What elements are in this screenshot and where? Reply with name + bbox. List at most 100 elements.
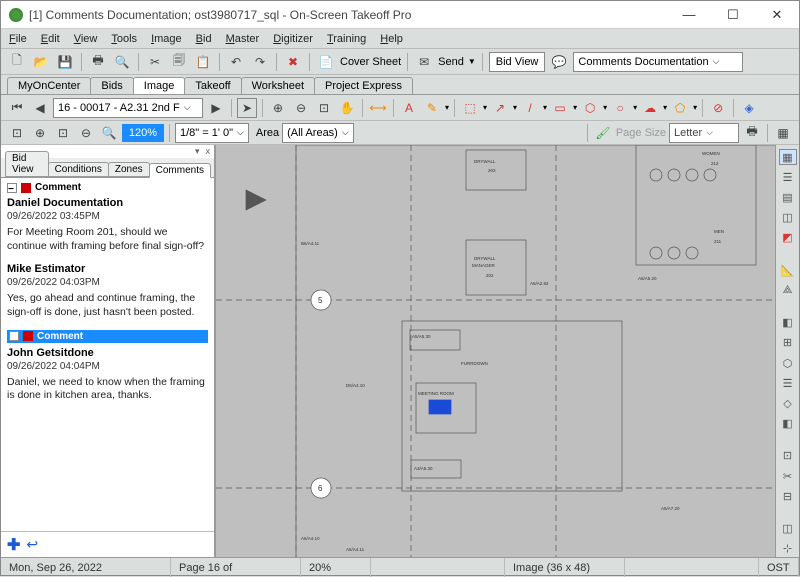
- circle-icon[interactable]: ○: [610, 98, 630, 118]
- sidetab-conditions[interactable]: Conditions: [48, 162, 109, 177]
- paste-icon[interactable]: 📋: [193, 52, 213, 72]
- collapse-icon[interactable]: −: [9, 331, 19, 341]
- menu-training[interactable]: Training: [327, 33, 366, 45]
- menu-master[interactable]: Master: [226, 33, 260, 45]
- menu-file[interactable]: File: [9, 33, 27, 45]
- next-page-icon[interactable]: ▶: [206, 98, 226, 118]
- zoom-plus-icon[interactable]: ⊕: [268, 98, 288, 118]
- rt-s3-icon[interactable]: ⬡: [779, 355, 797, 371]
- rt-line-icon[interactable]: 📐: [779, 262, 797, 278]
- comment-row-selected[interactable]: −Comment: [7, 330, 208, 343]
- rt-s9-icon[interactable]: ⊟: [779, 488, 797, 504]
- sidetab-comments[interactable]: Comments: [149, 163, 211, 178]
- print-icon[interactable]: 🖶: [88, 52, 108, 72]
- pointer-icon[interactable]: ➤: [237, 98, 257, 118]
- cloud-icon[interactable]: ☁: [640, 98, 660, 118]
- rt-s1-icon[interactable]: ◧: [779, 315, 797, 331]
- menu-help[interactable]: Help: [380, 33, 403, 45]
- save-icon[interactable]: 💾: [55, 52, 75, 72]
- pan-icon[interactable]: ✋: [337, 98, 357, 118]
- close-button[interactable]: ✕: [763, 7, 791, 23]
- rt-s7-icon[interactable]: ⊡: [779, 448, 797, 464]
- fit-icon[interactable]: ⊡: [7, 123, 27, 143]
- undo-icon[interactable]: ↶: [226, 52, 246, 72]
- reply-button[interactable]: ↩: [26, 536, 38, 553]
- comments-icon[interactable]: 💬: [549, 52, 569, 72]
- rt-s10-icon[interactable]: ◫: [779, 521, 797, 537]
- bidview-combo[interactable]: Bid View: [489, 52, 546, 72]
- scale-combo[interactable]: 1/8" = 1' 0"⌵: [175, 123, 249, 143]
- poly-icon[interactable]: ⬠: [670, 98, 690, 118]
- send-label[interactable]: Send: [438, 56, 464, 68]
- rect-icon[interactable]: ▭: [550, 98, 570, 118]
- rt-s8-icon[interactable]: ✂: [779, 468, 797, 484]
- hex-icon[interactable]: ⬡: [580, 98, 600, 118]
- rt-osnap-icon[interactable]: ◫: [779, 209, 797, 225]
- menu-tools[interactable]: Tools: [111, 33, 137, 45]
- comment-marker-icon[interactable]: ◈: [739, 98, 759, 118]
- menu-digitizer[interactable]: Digitizer: [273, 33, 313, 45]
- rt-s6-icon[interactable]: ◧: [779, 415, 797, 431]
- menu-view[interactable]: View: [74, 33, 98, 45]
- highlight-icon[interactable]: ✎: [422, 98, 442, 118]
- delete-icon[interactable]: ✖: [283, 52, 303, 72]
- coversheet-icon[interactable]: 📄: [316, 52, 336, 72]
- panel-close-icon[interactable]: x: [206, 146, 211, 157]
- stop-icon[interactable]: ⊘: [708, 98, 728, 118]
- open-icon[interactable]: 📂: [31, 52, 51, 72]
- actual-icon[interactable]: ⊡: [53, 123, 73, 143]
- new-icon[interactable]: 🗋: [7, 52, 27, 72]
- send-icon[interactable]: ✉: [414, 52, 434, 72]
- zoom-region-icon[interactable]: ⊡: [314, 98, 334, 118]
- find-icon[interactable]: 🔍: [99, 123, 119, 143]
- rt-grid-icon[interactable]: ▦: [779, 149, 797, 165]
- panel-pin-icon[interactable]: ▾: [195, 146, 200, 157]
- text-icon[interactable]: A: [399, 98, 419, 118]
- page-combo[interactable]: 16 - 00017 - A2.31 2nd F⌵: [53, 98, 203, 118]
- rt-s5-icon[interactable]: ◇: [779, 395, 797, 411]
- area-combo[interactable]: (All Areas)⌵: [282, 123, 354, 143]
- menu-image[interactable]: Image: [151, 33, 182, 45]
- rt-area-icon[interactable]: ⟁: [779, 282, 797, 298]
- dim-icon[interactable]: ⟷: [368, 98, 388, 118]
- tab-projectexpress[interactable]: Project Express: [314, 77, 413, 94]
- sidetab-zones[interactable]: Zones: [108, 162, 150, 177]
- shape1-icon[interactable]: ⬚: [460, 98, 480, 118]
- line-icon[interactable]: /: [520, 98, 540, 118]
- tab-takeoff[interactable]: Takeoff: [184, 77, 241, 94]
- add-comment-button[interactable]: ✚: [7, 535, 20, 555]
- menu-edit[interactable]: Edit: [41, 33, 60, 45]
- first-page-icon[interactable]: ⏮: [7, 98, 27, 118]
- cut-icon[interactable]: ✂: [145, 52, 165, 72]
- sidetab-bidview[interactable]: Bid View: [5, 151, 49, 177]
- tab-myoncenter[interactable]: MyOnCenter: [7, 77, 91, 94]
- rt-s11-icon[interactable]: ⊹: [779, 541, 797, 557]
- doc-combo[interactable]: Comments Documentation⌵: [573, 52, 743, 72]
- grid-icon[interactable]: ▦: [773, 123, 793, 143]
- paper-combo[interactable]: Letter⌵: [669, 123, 739, 143]
- zoom-percent[interactable]: 120%: [122, 124, 164, 142]
- rt-s2-icon[interactable]: ⊞: [779, 335, 797, 351]
- collapse-icon[interactable]: −: [7, 183, 17, 193]
- redo-icon[interactable]: ↷: [250, 52, 270, 72]
- rt-list-icon[interactable]: ☰: [779, 169, 797, 185]
- rt-s4-icon[interactable]: ☰: [779, 375, 797, 391]
- zoomin2-icon[interactable]: ⊕: [30, 123, 50, 143]
- tab-image[interactable]: Image: [133, 77, 186, 94]
- zoomout2-icon[interactable]: ⊖: [76, 123, 96, 143]
- coversheet-label[interactable]: Cover Sheet: [340, 56, 401, 68]
- copy-icon[interactable]: 🗐: [169, 52, 189, 72]
- tab-bids[interactable]: Bids: [90, 77, 133, 94]
- zoom-minus-icon[interactable]: ⊖: [291, 98, 311, 118]
- arrow1-icon[interactable]: ↗: [490, 98, 510, 118]
- tab-worksheet[interactable]: Worksheet: [241, 77, 315, 94]
- brush-icon[interactable]: 🖌: [593, 123, 613, 143]
- menu-bid[interactable]: Bid: [196, 33, 212, 45]
- minimize-button[interactable]: —: [675, 7, 703, 23]
- print2-icon[interactable]: 🖶: [742, 123, 762, 143]
- preview-icon[interactable]: 🔍: [112, 52, 132, 72]
- maximize-button[interactable]: ☐: [719, 7, 747, 23]
- rt-tag-icon[interactable]: ◩: [779, 229, 797, 245]
- prev-page-icon[interactable]: ◀: [30, 98, 50, 118]
- rt-layers-icon[interactable]: ▤: [779, 189, 797, 205]
